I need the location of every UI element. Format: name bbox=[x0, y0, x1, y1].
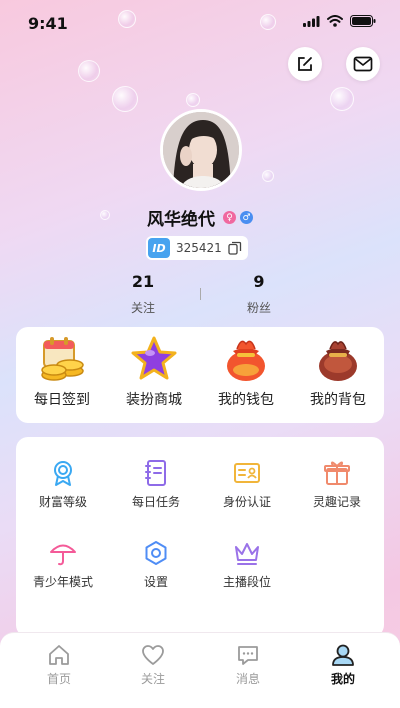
profile-icon bbox=[332, 644, 354, 666]
username: 风华绝代 bbox=[147, 210, 215, 230]
quick-action-backpack[interactable]: 我的背包 bbox=[292, 335, 384, 409]
notebook-icon bbox=[145, 460, 166, 486]
female-icon: ♀ bbox=[223, 211, 236, 224]
stat-divider bbox=[200, 288, 201, 300]
message-icon bbox=[238, 646, 258, 665]
home-icon bbox=[49, 645, 69, 665]
bubble-decoration bbox=[78, 60, 100, 82]
function-label: 设置 bbox=[143, 575, 168, 589]
bubble-decoration bbox=[186, 93, 200, 107]
id-number: 325421 bbox=[176, 241, 222, 255]
tab-follow[interactable]: 关注 bbox=[113, 643, 193, 687]
function-settings[interactable]: 设置 bbox=[111, 539, 201, 590]
id-card-icon bbox=[234, 463, 260, 483]
edit-profile-button[interactable] bbox=[288, 47, 322, 81]
function-identity-verify[interactable]: 身份认证 bbox=[202, 459, 292, 510]
tab-messages[interactable]: 消息 bbox=[208, 643, 288, 687]
stat-value: 9 bbox=[253, 272, 265, 291]
quick-action-daily-checkin[interactable]: 每日签到 bbox=[16, 335, 108, 409]
function-label: 主播段位 bbox=[222, 575, 271, 589]
stat-fans[interactable]: 9 粉丝 bbox=[209, 272, 309, 316]
edit-icon bbox=[298, 57, 312, 71]
bubble-decoration bbox=[112, 86, 138, 112]
function-wealth-level[interactable]: 财富等级 bbox=[18, 459, 108, 510]
tab-label: 消息 bbox=[235, 672, 260, 686]
avatar[interactable] bbox=[160, 109, 242, 191]
stat-label: 粉丝 bbox=[246, 301, 271, 315]
quick-action-label: 每日签到 bbox=[34, 392, 90, 408]
id-badge: ID bbox=[148, 238, 170, 258]
heart-icon bbox=[142, 645, 164, 665]
bubble-decoration bbox=[262, 170, 274, 182]
treasure-bag-icon bbox=[319, 341, 357, 381]
mail-button[interactable] bbox=[346, 47, 380, 81]
function-fun-records[interactable]: 灵趣记录 bbox=[292, 459, 382, 510]
status-time: 9:41 bbox=[28, 14, 68, 33]
function-teen-mode[interactable]: 青少年模式 bbox=[18, 539, 108, 590]
quick-actions-card: 每日签到 装扮商城 我的钱包 我的背包 bbox=[16, 327, 384, 423]
status-bar: 9:41 bbox=[0, 0, 400, 46]
function-daily-task[interactable]: 每日任务 bbox=[111, 459, 201, 510]
tab-label: 首页 bbox=[46, 672, 71, 686]
male-icon: ♂ bbox=[240, 211, 253, 224]
quick-action-wallet[interactable]: 我的钱包 bbox=[200, 335, 292, 409]
profile-stats: 21 关注 9 粉丝 bbox=[0, 272, 400, 322]
function-label: 身份认证 bbox=[222, 495, 271, 509]
umbrella-icon bbox=[50, 544, 76, 566]
mail-icon bbox=[353, 56, 373, 72]
settings-icon bbox=[145, 541, 167, 565]
status-icons bbox=[303, 15, 376, 27]
function-label: 每日任务 bbox=[131, 495, 180, 509]
tab-label: 关注 bbox=[140, 672, 165, 686]
function-label: 青少年模式 bbox=[32, 575, 93, 589]
quick-action-decoration-mall[interactable]: 装扮商城 bbox=[108, 335, 200, 409]
function-grid-card: 财富等级 每日任务 身份认证 灵趣记录 青少年模式 设置 主播段位 bbox=[16, 437, 384, 637]
tab-label: 我的 bbox=[330, 672, 355, 686]
bubble-decoration bbox=[330, 87, 354, 111]
username-row: 风华绝代 ♀ ♂ bbox=[0, 205, 400, 230]
tab-mine[interactable]: 我的 bbox=[303, 643, 383, 687]
signal-icon bbox=[303, 15, 320, 27]
function-streamer-rank[interactable]: 主播段位 bbox=[202, 539, 292, 590]
quick-action-label: 我的背包 bbox=[310, 392, 366, 408]
tab-bar: 首页 关注 消息 我的 bbox=[0, 632, 400, 708]
user-id: ID 325421 bbox=[146, 236, 248, 260]
battery-icon bbox=[350, 15, 376, 27]
gift-icon bbox=[324, 461, 350, 485]
star-icon bbox=[131, 336, 177, 380]
stat-following[interactable]: 21 关注 bbox=[93, 272, 193, 316]
function-label: 灵趣记录 bbox=[312, 495, 361, 509]
lucky-bag-icon bbox=[227, 340, 265, 381]
stat-value: 21 bbox=[131, 272, 155, 291]
quick-action-label: 我的钱包 bbox=[218, 392, 274, 408]
medal-icon bbox=[54, 461, 72, 486]
crown-icon bbox=[235, 543, 259, 565]
copy-icon[interactable] bbox=[228, 241, 242, 255]
stat-label: 关注 bbox=[130, 301, 155, 315]
function-label: 财富等级 bbox=[38, 495, 87, 509]
quick-action-label: 装扮商城 bbox=[126, 392, 182, 408]
wifi-icon bbox=[327, 15, 343, 27]
calendar-coins-icon bbox=[41, 337, 84, 381]
tab-home[interactable]: 首页 bbox=[19, 643, 99, 687]
